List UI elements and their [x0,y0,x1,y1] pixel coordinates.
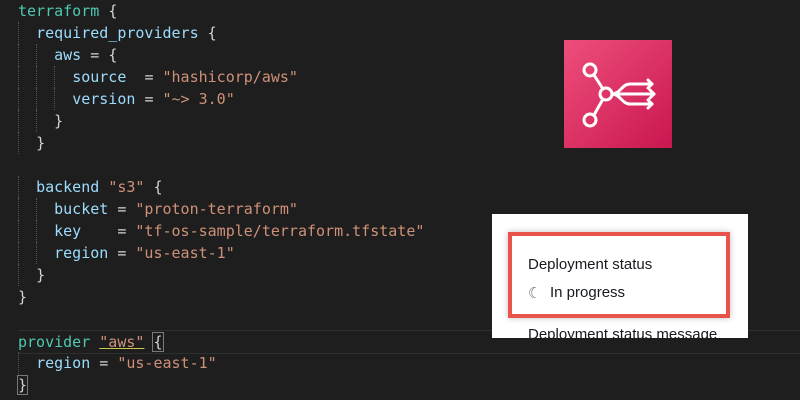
token-equals: = [144,68,154,86]
token-brace: { [207,24,217,42]
deployment-status-message-label: Deployment status message [528,326,718,338]
token-equals: = [144,90,154,108]
code-line-3: aws = { [18,44,117,66]
token-identifier: key [54,222,82,240]
token-keyword: provider [18,333,91,351]
token-string: "tf-os-sample/terraform.tfstate" [135,222,425,240]
token-identifier: version [72,90,136,108]
token-string: "aws" [99,333,145,351]
loading-spinner-icon: ☾ [528,285,542,302]
code-line-13: } [18,264,45,286]
token-brace: { [108,46,118,64]
token-equals: = [117,222,127,240]
token-brace: } [54,112,64,130]
token-string: "us-east-1" [135,244,235,262]
token-brace: { [153,178,163,196]
code-editor[interactable]: terraform { required_providers { aws = {… [0,0,800,400]
code-line-7: } [18,132,45,154]
token-identifier: region [54,244,109,262]
token-brace: } [18,288,28,306]
code-line-11: key = "tf-os-sample/terraform.tfstate" [18,220,424,242]
token-identifier: source [72,68,127,86]
token-identifier: backend [36,178,100,196]
token-brace: } [36,266,46,284]
code-line-18: } [16,374,29,396]
highlight-box [508,232,730,318]
token-string: "hashicorp/aws" [162,68,298,86]
token-identifier: region [36,354,91,372]
code-line-6: } [18,110,63,132]
token-brace: } [16,375,29,395]
code-line-14: } [18,286,27,308]
token-identifier: aws [54,46,82,64]
deployment-status-label: Deployment status [528,256,653,273]
token-identifier: bucket [54,200,109,218]
code-line-12: region = "us-east-1" [18,242,235,264]
token-keyword: terraform [18,2,100,20]
token-brace: { [108,2,118,20]
token-equals: = [90,46,100,64]
code-line-2: required_providers { [18,22,217,44]
code-line-9: backend "s3" { [18,176,163,198]
code-line-5: version = "~> 3.0" [18,88,235,110]
token-brace: } [36,134,46,152]
code-line-17: region = "us-east-1" [18,352,217,374]
code-line-1: terraform { [18,0,117,22]
token-string: "~> 3.0" [162,90,235,108]
code-line-4: source = "hashicorp/aws" [18,66,298,88]
token-equals: = [99,354,109,372]
proton-service-icon [564,40,672,148]
code-line-10: bucket = "proton-terraform" [18,198,298,220]
token-equals: = [117,200,127,218]
token-string: "proton-terraform" [135,200,298,218]
token-string: "us-east-1" [117,354,217,372]
deployment-status-panel: Deployment status ☾ In progress Deployme… [492,214,748,338]
deployment-status-value: In progress [550,284,626,301]
token-equals: = [117,244,127,262]
token-brace: { [152,332,164,352]
token-identifier: required_providers [36,24,199,42]
token-string: "s3" [108,178,145,196]
